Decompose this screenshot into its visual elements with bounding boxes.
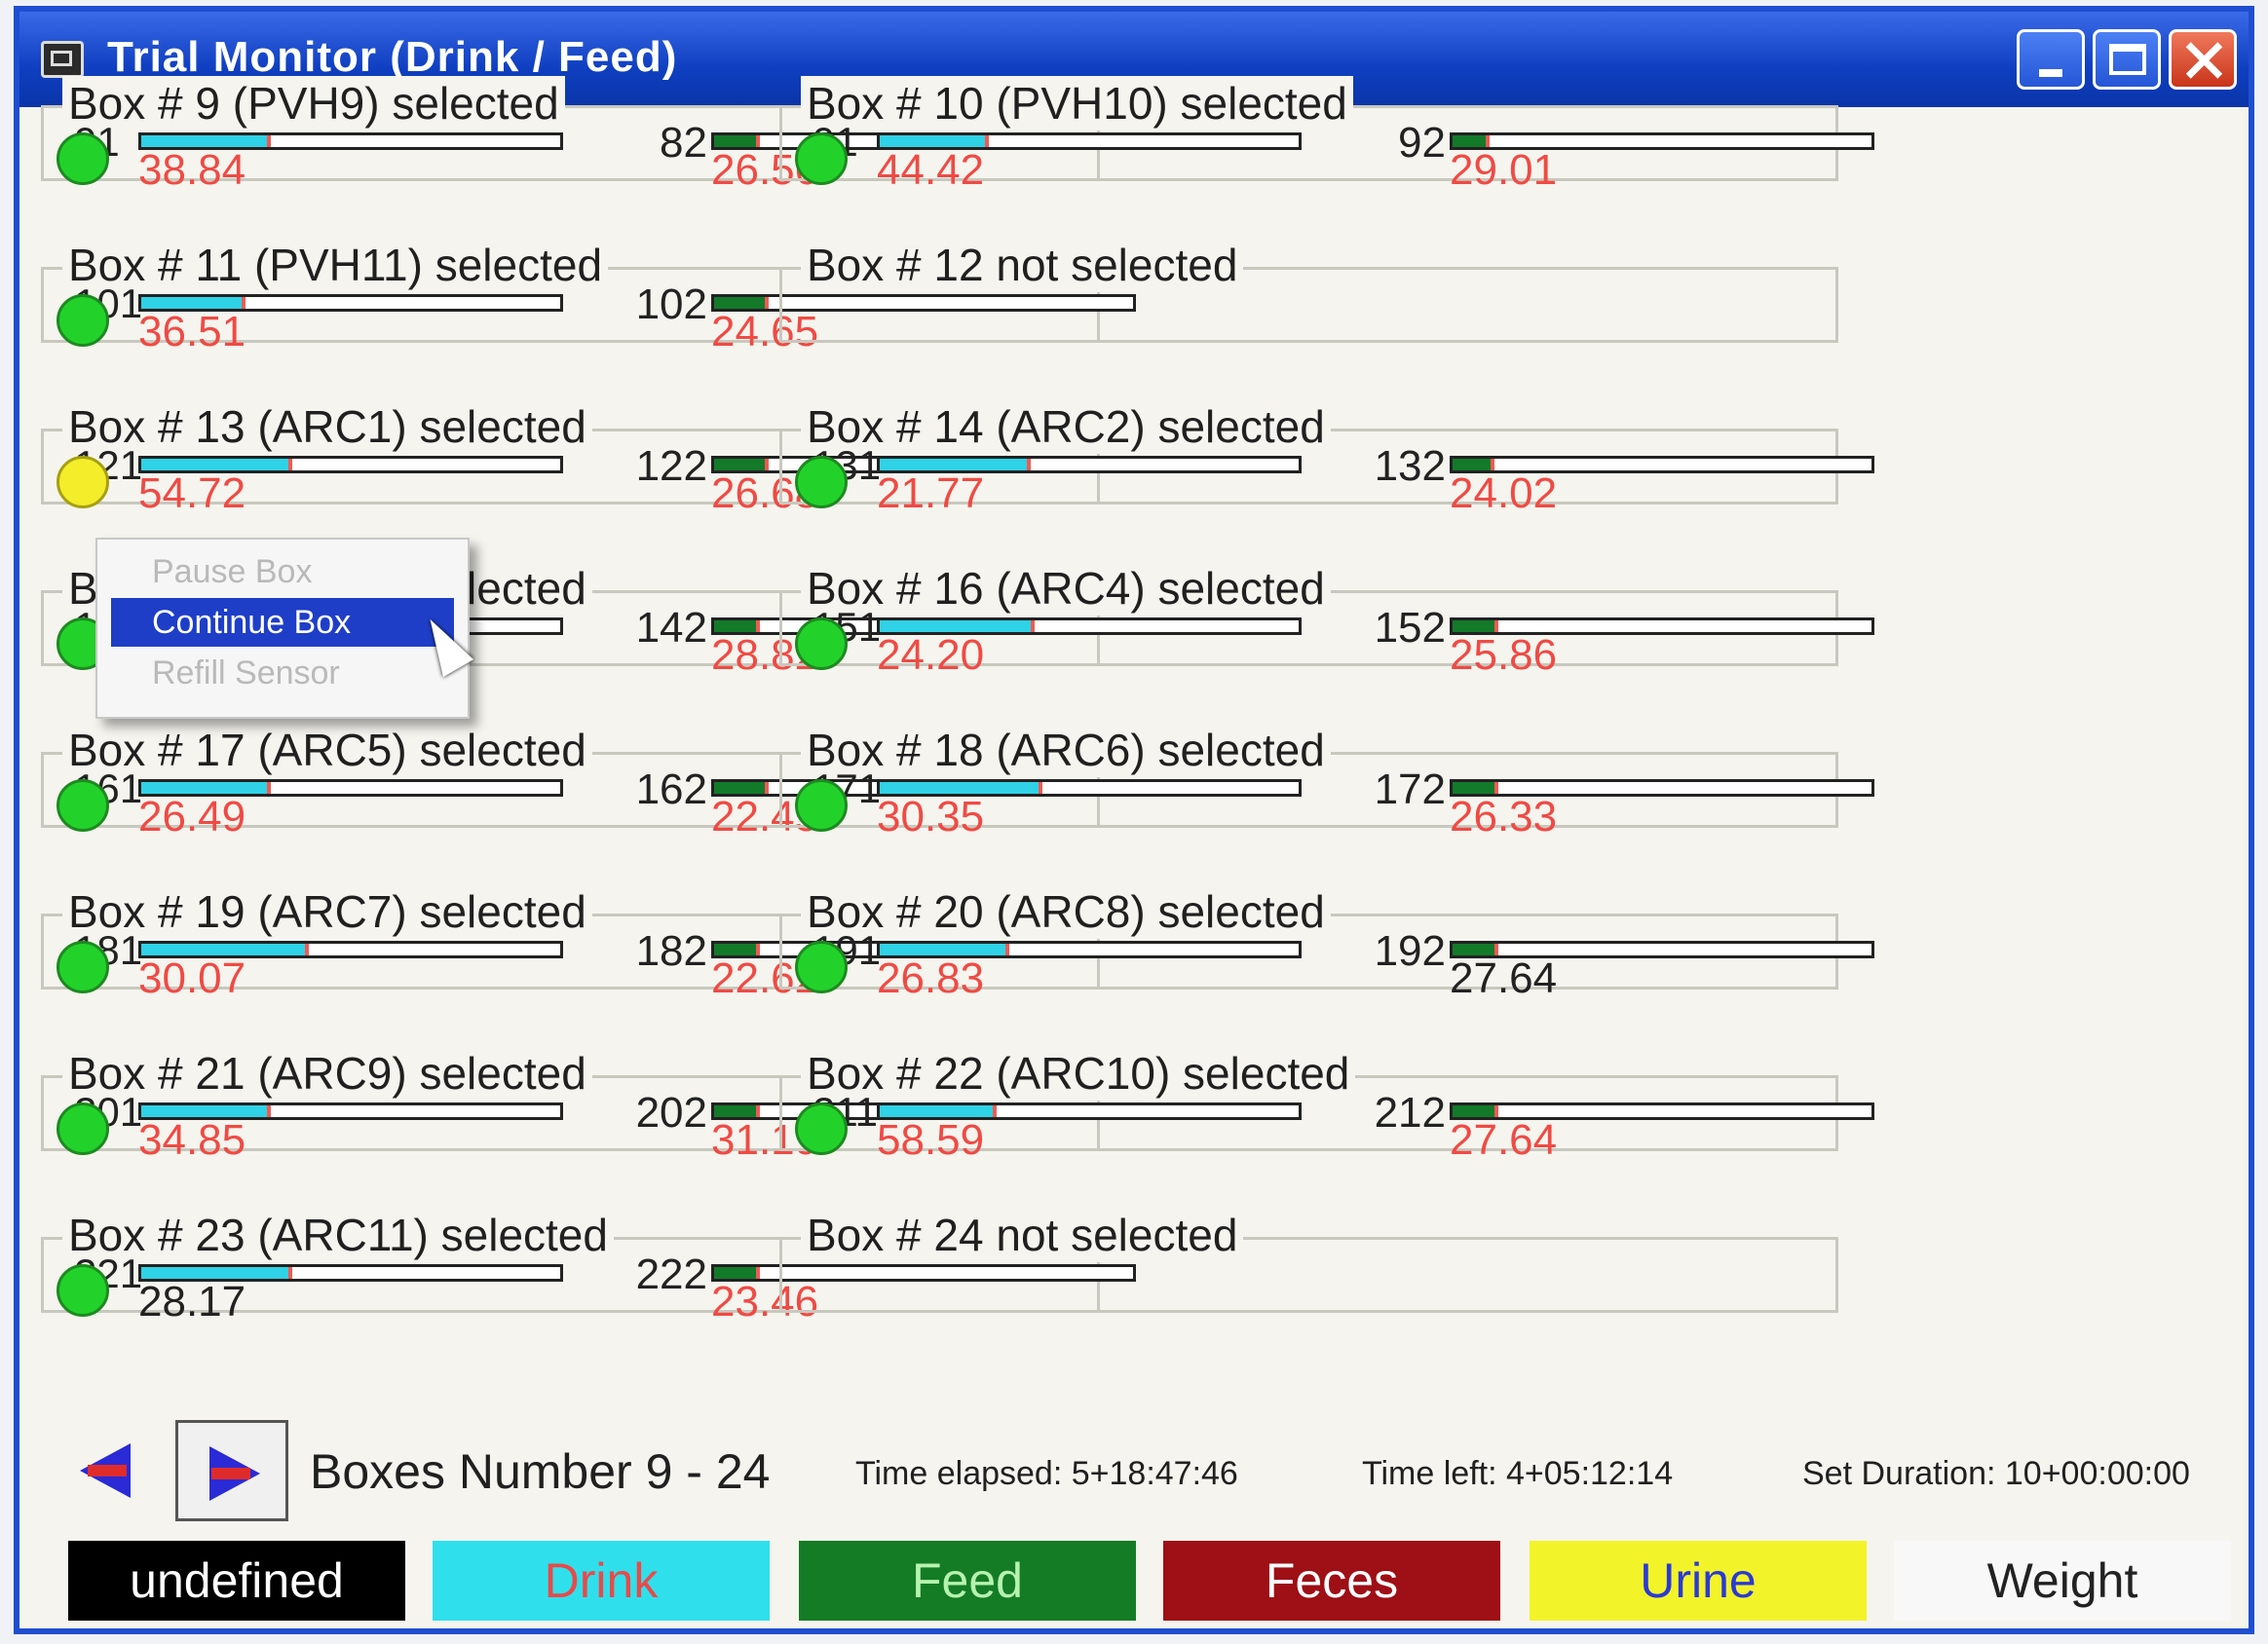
box-panel[interactable]: Box # 12 not selected	[779, 238, 1838, 343]
drink-value: 21.77	[877, 469, 985, 517]
feed-sensor-id: 202	[635, 1089, 707, 1137]
status-indicator[interactable]	[57, 779, 109, 832]
feed-sensor-id: 82	[660, 119, 707, 167]
time-left: Time left: 4+05:12:14	[1362, 1455, 1674, 1492]
previous-page-button[interactable]	[55, 1422, 156, 1519]
legend-feces: Feces	[1163, 1541, 1500, 1621]
feed-sensor-id: 192	[1374, 927, 1446, 975]
menu-item-refill-sensor[interactable]: Refill Sensor	[111, 649, 454, 697]
drink-value: 24.20	[877, 631, 985, 679]
status-indicator[interactable]	[795, 1102, 848, 1155]
minimize-button[interactable]	[2017, 29, 2085, 90]
status-indicator[interactable]	[795, 456, 848, 508]
status-indicator[interactable]	[795, 779, 848, 832]
feed-value: 27.64	[1450, 1116, 1558, 1164]
time-elapsed: Time elapsed: 5+18:47:46	[855, 1455, 1238, 1492]
drink-value: 54.72	[138, 469, 246, 517]
status-indicator[interactable]	[795, 132, 848, 185]
box-panel[interactable]: Box # 10 (PVH10) selected9144.429229.01	[779, 76, 1874, 194]
drink-value: 38.84	[138, 146, 246, 194]
feed-sensor-id: 102	[635, 280, 707, 328]
feed-sensor-id: 142	[635, 604, 707, 652]
menu-item-pause-box[interactable]: Pause Box	[111, 547, 454, 596]
drink-value: 26.49	[138, 793, 246, 841]
feed-value: 27.64	[1450, 954, 1558, 1002]
drink-value: 34.85	[138, 1116, 246, 1164]
status-indicator[interactable]	[57, 1102, 109, 1155]
boxes-range: Boxes Number 9 - 24	[310, 1444, 771, 1499]
box-panel[interactable]: Box # 24 not selected	[779, 1208, 1838, 1313]
drink-value: 36.51	[138, 308, 246, 355]
feed-sensor-id: 92	[1398, 119, 1446, 167]
box-label: Box # 12 not selected	[801, 238, 1244, 292]
status-indicator[interactable]	[57, 456, 109, 508]
arrow-right-icon	[209, 1446, 260, 1501]
feed-sensor-id: 172	[1374, 766, 1446, 813]
box-label: Box # 10 (PVH10) selected	[801, 76, 1353, 131]
trial-monitor-window: Trial Monitor (Drink / Feed) Box # 9 (PV…	[14, 6, 2254, 1634]
feed-value: 26.33	[1450, 793, 1558, 841]
status-indicator[interactable]	[57, 941, 109, 993]
drink-value: 30.07	[138, 954, 246, 1002]
legend-drink: Drink	[433, 1541, 770, 1621]
status-indicator[interactable]	[795, 941, 848, 993]
feed-sensor-id: 162	[635, 766, 707, 813]
feed-sensor-id: 152	[1374, 604, 1446, 652]
status-indicator[interactable]	[795, 617, 848, 670]
maximize-button[interactable]	[2093, 29, 2161, 90]
box-panel[interactable]: Box # 22 (ARC10) selected 211 58.59 212 27.6…	[779, 1046, 1874, 1164]
next-page-button[interactable]	[175, 1420, 288, 1521]
drink-value: 30.35	[877, 793, 985, 841]
feed-value: 29.01	[1450, 146, 1558, 194]
box-label: Box # 22 (ARC10) selected	[801, 1046, 1356, 1101]
feed-sensor-id: 222	[635, 1251, 707, 1298]
box-panel[interactable]: Box # 16 (ARC4) selected 151 24.20 152 25.86	[779, 561, 1874, 679]
box-label: Box # 11 (PVH11) selected	[62, 238, 609, 292]
status-indicator[interactable]	[57, 132, 109, 185]
legend-feed: Feed	[799, 1541, 1136, 1621]
menu-item-continue-box[interactable]: Continue Box	[111, 598, 454, 647]
box-panel[interactable]: Box # 20 (ARC8) selected 191 26.83 192 27.64	[779, 884, 1874, 1002]
feed-sensor-id: 132	[1374, 442, 1446, 490]
legend-urine: Urine	[1530, 1541, 1867, 1621]
feed-value: 24.02	[1450, 469, 1558, 517]
feed-sensor-id: 212	[1374, 1089, 1446, 1137]
drink-value: 26.83	[877, 954, 985, 1002]
box-label: Box # 9 (PVH9) selected	[62, 76, 565, 131]
context-menu: Pause Box Continue Box Refill Sensor	[95, 538, 470, 719]
feed-sensor-id: 122	[635, 442, 707, 490]
window-title: Trial Monitor (Drink / Feed)	[107, 33, 678, 81]
arrow-left-icon	[80, 1443, 131, 1498]
status-indicator[interactable]	[57, 1264, 109, 1317]
legend-weight: Weight	[1894, 1541, 2231, 1621]
drink-value: 44.42	[877, 146, 985, 194]
status-indicator[interactable]	[57, 294, 109, 347]
box-panel[interactable]: Box # 14 (ARC2) selected 131 21.77 132 24.02	[779, 399, 1874, 517]
feed-sensor-id: 182	[635, 927, 707, 975]
feed-value: 25.86	[1450, 631, 1558, 679]
box-label: Box # 23 (ARC11) selected	[62, 1208, 614, 1262]
legend-undefined: undefined	[68, 1541, 405, 1621]
set-duration: Set Duration: 10+00:00:00	[1802, 1455, 2190, 1492]
drink-value: 58.59	[877, 1116, 985, 1164]
drink-value: 28.17	[138, 1278, 246, 1326]
close-button[interactable]	[2169, 29, 2237, 90]
app-icon[interactable]	[41, 41, 84, 78]
box-panel[interactable]: Box # 18 (ARC6) selected 171 30.35 172 26.33	[779, 723, 1874, 841]
box-label: Box # 24 not selected	[801, 1208, 1244, 1262]
